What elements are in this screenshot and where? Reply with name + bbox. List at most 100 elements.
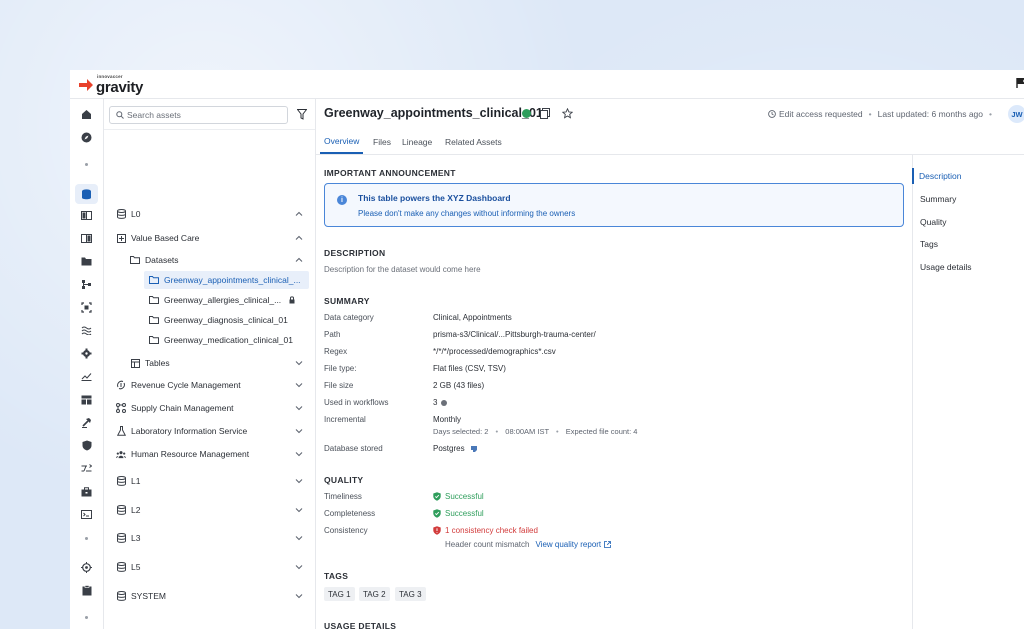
toc-tags[interactable]: Tags <box>913 236 1024 252</box>
tree-item-dataset-diagnosis[interactable]: Greenway_diagnosis_clinical_01 <box>149 311 288 329</box>
tree-node-datasets[interactable]: Datasets <box>130 251 179 269</box>
database-icon <box>116 476 126 486</box>
summary-heading: SUMMARY <box>324 296 370 306</box>
star-icon[interactable] <box>562 108 573 119</box>
avatar[interactable]: JW <box>1008 105 1024 123</box>
announcement-body: Please don't make any changes without in… <box>358 209 576 218</box>
tab-files[interactable]: Files <box>369 129 395 154</box>
announcement-title: This table powers the XYZ Dashboard <box>358 193 511 203</box>
book-icon[interactable] <box>80 209 93 222</box>
table-icon[interactable] <box>80 393 93 406</box>
shuffle-icon[interactable] <box>80 462 93 475</box>
chevron-down-icon[interactable] <box>295 534 303 542</box>
chevron-down-icon[interactable] <box>295 359 303 367</box>
meta-separator: • <box>868 109 872 119</box>
consistency-detail: Header count mismatch View quality repor… <box>445 540 612 549</box>
chevron-down-icon[interactable] <box>295 381 303 389</box>
folder-icon[interactable] <box>80 255 93 268</box>
tree-node-revenue-cycle[interactable]: Revenue Cycle Management <box>116 376 241 394</box>
tag-chip[interactable]: TAG 3 <box>395 587 426 601</box>
book-open-icon[interactable] <box>80 232 93 245</box>
folder-icon <box>149 335 159 345</box>
tree-node-l5[interactable]: L5 <box>116 558 140 576</box>
chevron-down-icon[interactable] <box>295 563 303 571</box>
external-link-icon[interactable] <box>604 541 612 548</box>
toc-usage-details[interactable]: Usage details <box>913 259 1024 275</box>
brand-logo[interactable]: innovaccer gravity <box>78 75 143 95</box>
tree-node-label: Supply Chain Management <box>131 403 234 413</box>
tree-item-dataset-medication[interactable]: Greenway_medication_clinical_01 <box>149 331 293 349</box>
tab-lineage[interactable]: Lineage <box>398 129 436 154</box>
tree-item-label: Greenway_medication_clinical_01 <box>164 335 293 345</box>
tag-chip[interactable]: TAG 1 <box>324 587 355 601</box>
tree-node-system[interactable]: SYSTEM <box>116 587 166 605</box>
summary-value: Clinical, Appointments <box>433 313 512 322</box>
chart-line-icon[interactable] <box>80 370 93 383</box>
quality-status: Successful <box>445 492 484 501</box>
scan-icon[interactable] <box>80 301 93 314</box>
home-icon[interactable] <box>80 108 93 121</box>
search-input[interactable] <box>127 110 277 120</box>
summary-value: */*/*/processed/demographics*.csv <box>433 347 556 356</box>
chevron-down-icon[interactable] <box>295 506 303 514</box>
terminal-icon[interactable] <box>80 508 93 521</box>
info-icon: i <box>337 195 347 205</box>
shield-icon[interactable] <box>80 439 93 452</box>
compass-icon[interactable] <box>80 131 93 144</box>
tree-node-label: L0 <box>131 209 141 219</box>
database-icon[interactable] <box>75 184 98 204</box>
tree-node-label: Laboratory Information Service <box>131 426 248 436</box>
flag-icon[interactable] <box>1016 77 1024 89</box>
rail-divider-dot <box>85 163 88 166</box>
target-icon[interactable] <box>80 561 93 574</box>
tree-node-l1[interactable]: L1 <box>116 472 140 490</box>
tree-node-value-based-care[interactable]: Value Based Care <box>116 229 199 247</box>
toc-summary[interactable]: Summary <box>913 191 1024 207</box>
view-quality-report-link[interactable]: View quality report <box>535 540 601 549</box>
toc-quality[interactable]: Quality <box>913 214 1024 230</box>
workflow-icon[interactable] <box>80 278 93 291</box>
tree-item-label: Greenway_diagnosis_clinical_01 <box>164 315 288 325</box>
filter-icon[interactable] <box>297 109 307 120</box>
tree-node-label: Value Based Care <box>131 233 200 243</box>
tree-item-dataset-appointments[interactable]: Greenway_appointments_clinical_... <box>144 271 309 289</box>
quality-key: Consistency <box>324 526 368 535</box>
chevron-down-icon[interactable] <box>295 450 303 458</box>
toc-description[interactable]: Description <box>912 168 1024 184</box>
tree-item-dataset-allergies[interactable]: Greenway_allergies_clinical_... <box>149 291 295 309</box>
workflows-count-row[interactable]: 3 <box>433 398 448 407</box>
hammer-icon[interactable] <box>80 416 93 429</box>
tag-chip[interactable]: TAG 2 <box>359 587 390 601</box>
search-box[interactable] <box>109 106 288 124</box>
rail-divider-dot-3 <box>85 616 88 619</box>
tree-node-l3[interactable]: L3 <box>116 529 140 547</box>
waves-icon[interactable] <box>80 324 93 337</box>
tree-node-human-resource[interactable]: Human Resource Management <box>116 445 249 463</box>
summary-key: Used in workflows <box>324 398 389 407</box>
tree-node-l0[interactable]: L0 <box>116 205 140 223</box>
settings-puzzle-icon[interactable] <box>80 347 93 360</box>
briefcase-icon[interactable] <box>80 485 93 498</box>
tree-node-label: Human Resource Management <box>131 449 250 459</box>
tree-node-supply-chain[interactable]: Supply Chain Management <box>116 399 234 417</box>
tree-node-tables[interactable]: Tables <box>130 354 170 372</box>
info-dot-icon[interactable] <box>441 399 448 406</box>
folder-icon <box>149 295 159 305</box>
chevron-down-icon[interactable] <box>295 477 303 485</box>
tab-related-assets[interactable]: Related Assets <box>441 129 506 154</box>
users-icon <box>116 449 126 459</box>
chevron-down-icon[interactable] <box>295 592 303 600</box>
chevron-up-icon[interactable] <box>295 234 303 242</box>
tree-node-laboratory[interactable]: Laboratory Information Service <box>116 422 247 440</box>
summary-key: Database stored <box>324 444 383 453</box>
tab-overview[interactable]: Overview <box>320 129 364 154</box>
tree-node-l2[interactable]: L2 <box>116 501 140 519</box>
chevron-up-icon[interactable] <box>295 256 303 264</box>
chevron-down-icon[interactable] <box>295 427 303 435</box>
days-selected: Days selected: 2 <box>433 427 489 436</box>
chevron-up-icon[interactable] <box>295 210 303 218</box>
clipboard-icon[interactable] <box>80 584 93 597</box>
copy-icon[interactable] <box>540 108 550 119</box>
access-status[interactable]: Edit access requested <box>779 109 863 119</box>
chevron-down-icon[interactable] <box>295 404 303 412</box>
